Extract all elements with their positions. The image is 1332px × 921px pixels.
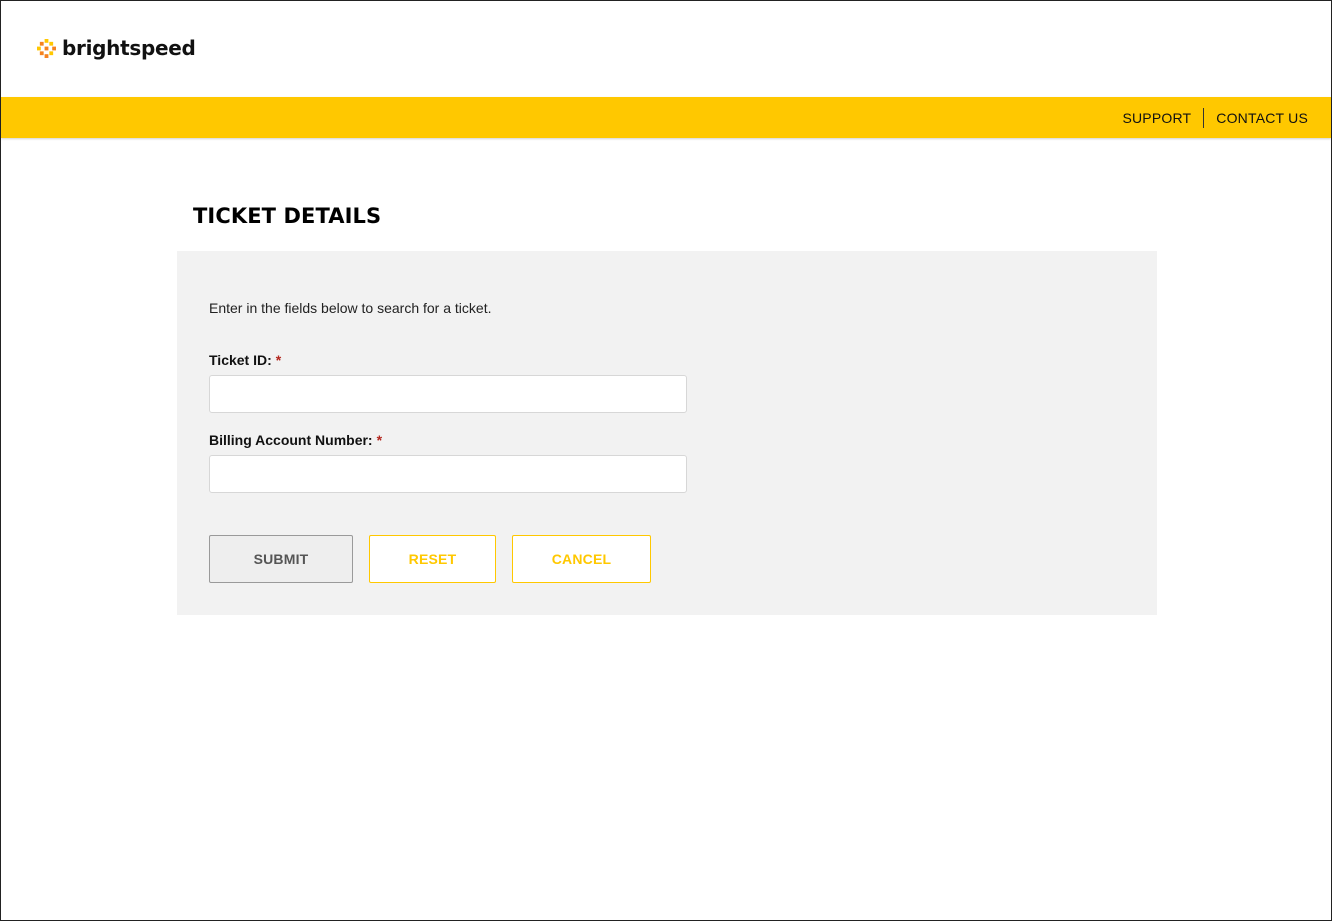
ticket-id-input[interactable] bbox=[209, 375, 687, 413]
brand-name: brightspeed bbox=[62, 36, 196, 60]
page-title: TICKET DETAILS bbox=[193, 204, 382, 228]
site-header: brightspeed bbox=[1, 1, 1331, 97]
nav-divider bbox=[1203, 107, 1205, 128]
submit-button[interactable]: SUBMIT bbox=[209, 535, 353, 583]
brightspeed-logo-icon bbox=[37, 38, 56, 58]
required-marker: * bbox=[275, 352, 282, 368]
cancel-button[interactable]: CANCEL bbox=[512, 535, 651, 583]
nav-link-contact-us[interactable]: CONTACT US bbox=[1216, 110, 1308, 126]
page: brightspeed SUPPORT CONTACT US TICKET DE… bbox=[0, 0, 1332, 921]
reset-button[interactable]: RESET bbox=[369, 535, 496, 583]
nav-link-support[interactable]: SUPPORT bbox=[1122, 110, 1191, 126]
ticket-id-label-text: Ticket ID: bbox=[209, 352, 272, 368]
required-marker: * bbox=[376, 432, 383, 448]
ticket-search-panel: Enter in the fields below to search for … bbox=[177, 251, 1157, 615]
billing-account-label-text: Billing Account Number: bbox=[209, 432, 373, 448]
nav-links: SUPPORT CONTACT US bbox=[1122, 97, 1308, 138]
top-navbar: SUPPORT CONTACT US bbox=[1, 97, 1331, 138]
brand-logo[interactable]: brightspeed bbox=[37, 36, 196, 60]
ticket-id-label: Ticket ID: * bbox=[209, 352, 281, 368]
billing-account-label: Billing Account Number: * bbox=[209, 432, 382, 448]
intro-text: Enter in the fields below to search for … bbox=[209, 300, 492, 316]
billing-account-input[interactable] bbox=[209, 455, 687, 493]
